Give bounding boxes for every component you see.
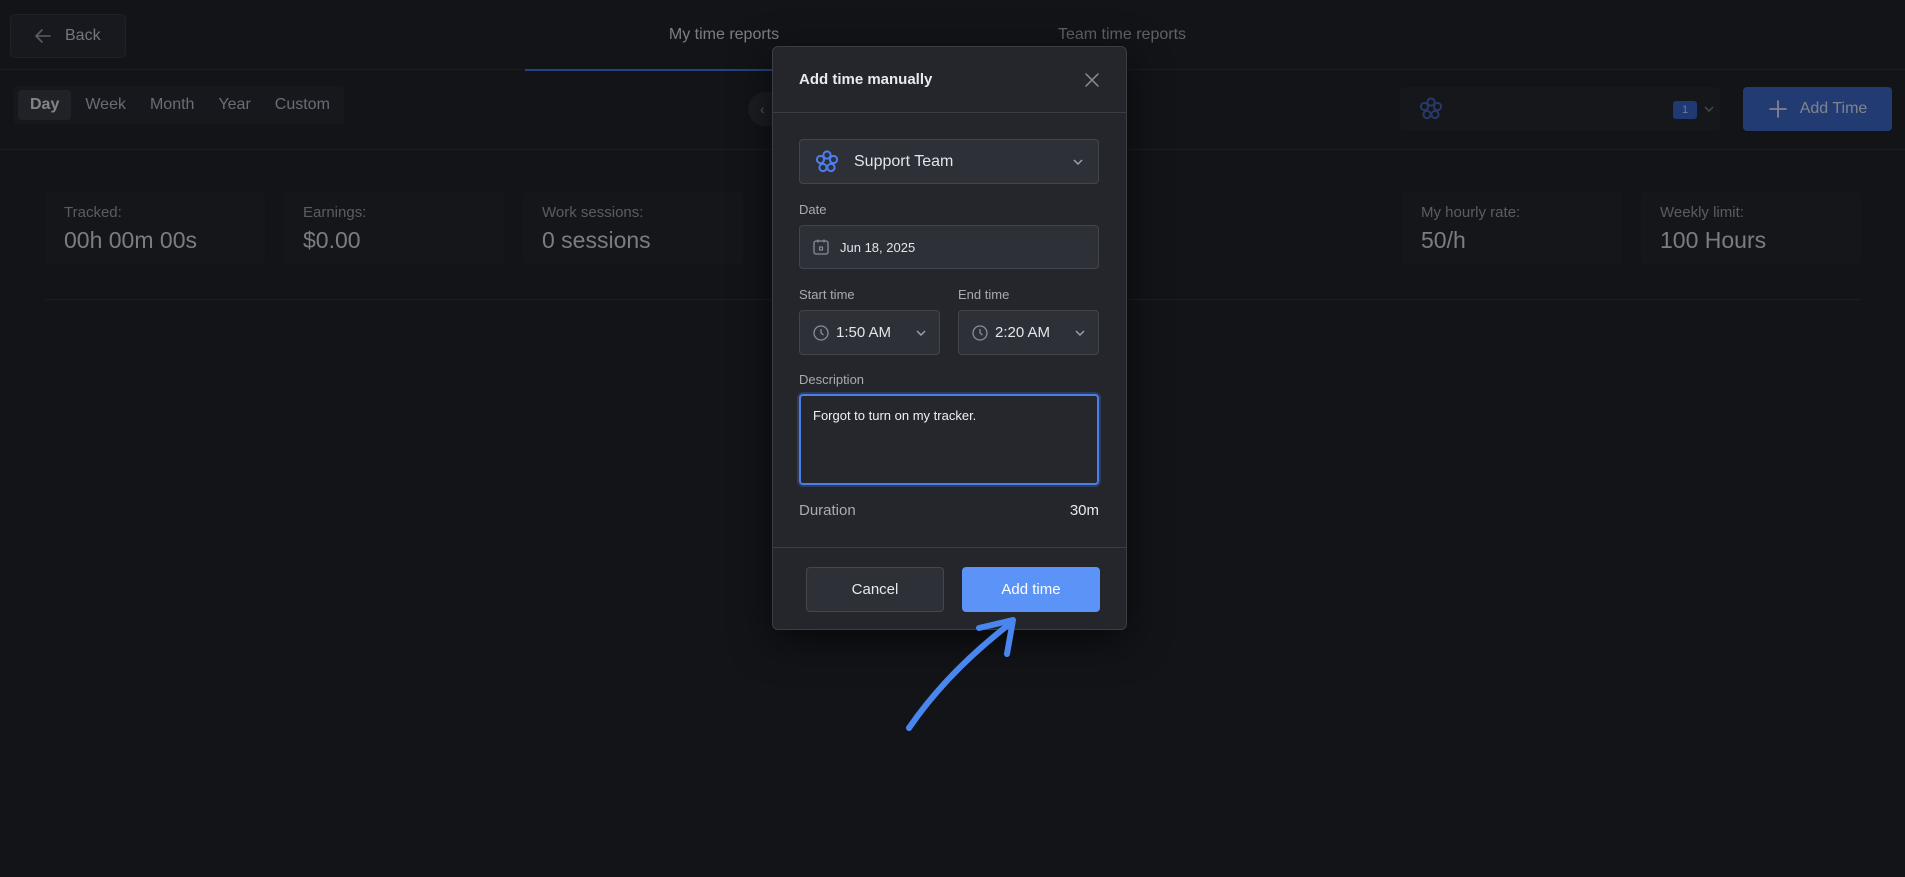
calendar-icon <box>813 239 829 255</box>
end-time-label: End time <box>958 287 1010 302</box>
start-time-value: 1:50 AM <box>836 324 892 341</box>
end-time-value: 2:20 AM <box>995 324 1051 341</box>
duration-row: Duration 30m <box>799 502 1099 519</box>
add-time-submit-button[interactable]: Add time <box>962 567 1100 612</box>
start-time-select[interactable]: 1:50 AM <box>799 310 940 355</box>
date-value: Jun 18, 2025 <box>840 239 916 255</box>
date-label: Date <box>799 202 827 217</box>
description-label: Description <box>799 372 865 387</box>
cancel-button[interactable]: Cancel <box>806 567 944 612</box>
chevron-down-icon <box>1075 330 1085 336</box>
duration-label: Duration <box>799 502 856 519</box>
chevron-down-icon <box>1073 159 1083 165</box>
team-logo-icon <box>815 149 839 172</box>
chevron-down-icon <box>916 330 926 336</box>
team-name: Support Team <box>854 152 954 170</box>
close-icon[interactable] <box>1084 72 1100 88</box>
duration-value: 30m <box>1069 502 1099 519</box>
clock-icon <box>972 324 988 341</box>
add-time-modal: Add time manually Support Team Date Jun … <box>772 46 1127 630</box>
start-time-label: Start time <box>799 287 855 302</box>
modal-title: Add time manually <box>799 71 933 88</box>
team-dropdown[interactable]: Support Team <box>799 139 1099 184</box>
annotation-arrow-icon <box>906 617 1016 731</box>
end-time-select[interactable]: 2:20 AM <box>958 310 1099 355</box>
description-textarea[interactable]: Forgot to turn on my tracker. <box>799 394 1099 485</box>
clock-icon <box>813 324 829 341</box>
modal-header: Add time manually <box>773 47 1126 113</box>
date-picker[interactable]: Jun 18, 2025 <box>799 225 1099 269</box>
